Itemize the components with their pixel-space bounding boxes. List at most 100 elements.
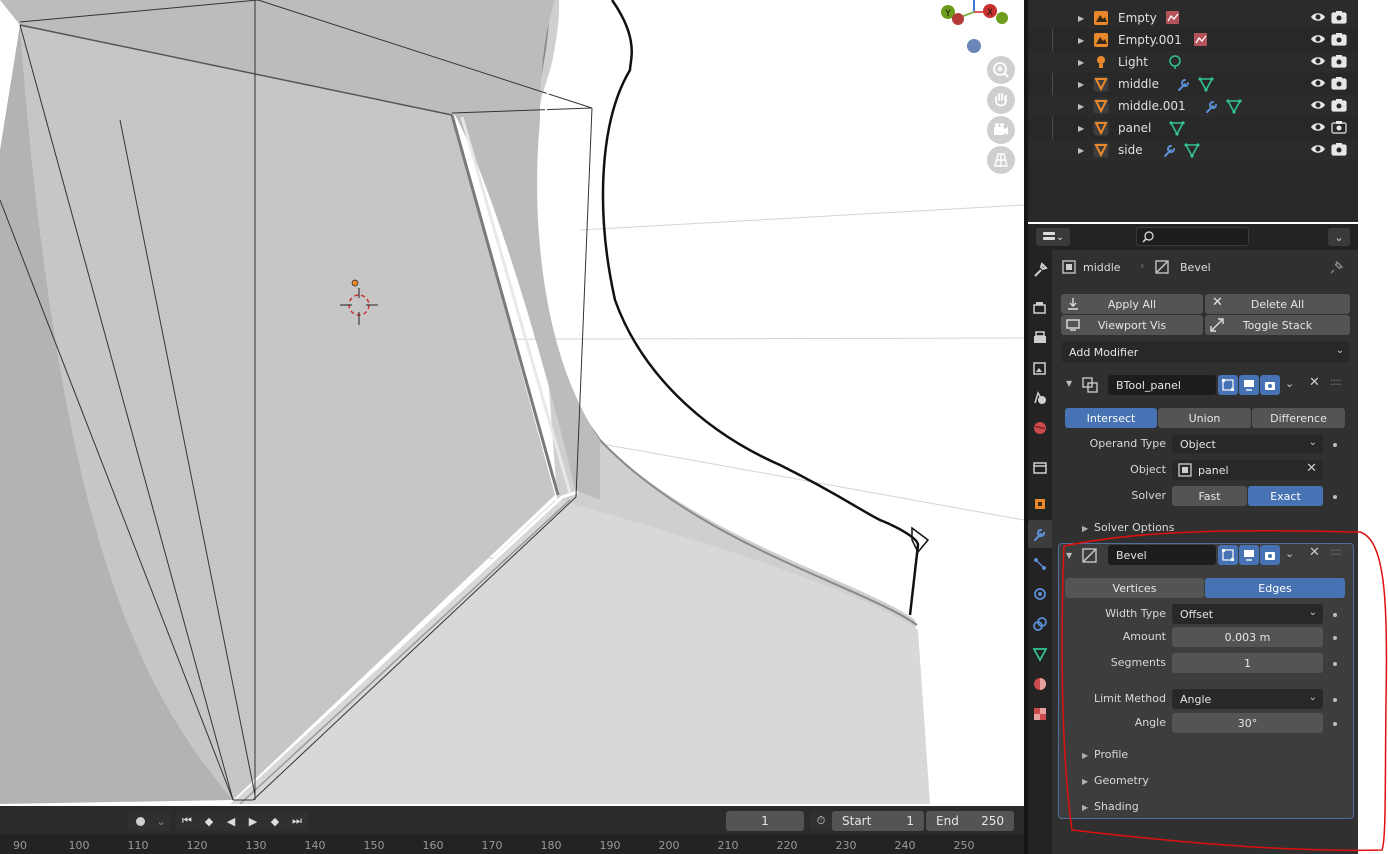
keyframe-dot[interactable] — [1333, 722, 1337, 726]
camera-render-icon[interactable] — [1331, 9, 1347, 28]
viewport-toggle[interactable] — [1239, 375, 1259, 395]
end-frame-field[interactable]: End 250 — [926, 811, 1014, 831]
timeline[interactable]: ⌄ ⏮ ◆ ◀ ▶ ◆ ⏭ 1 ⏱ Start 1 End 250 90 100 1… — [0, 806, 1024, 854]
keyframe-dot[interactable] — [1333, 662, 1337, 666]
panel-collapse-icon[interactable]: ▼ — [1066, 379, 1072, 388]
keyframe-dot[interactable] — [1333, 698, 1337, 702]
tab-physics[interactable] — [1028, 580, 1052, 608]
outliner-row[interactable]: ▶ Empty — [1028, 7, 1358, 29]
solver-options-subpanel[interactable]: ▶ Solver Options — [1082, 521, 1175, 534]
eye-icon[interactable] — [1310, 53, 1326, 72]
current-frame-field[interactable]: 1 — [726, 811, 804, 831]
navigation-gizmo[interactable]: Y X — [930, 0, 1020, 60]
mesh-data-icon[interactable] — [1169, 120, 1185, 139]
camera-render-icon[interactable] — [1331, 31, 1347, 50]
timeline-ruler[interactable]: 90 100 110 120 130 140 150 160 170 180 190 200 210 22… — [0, 836, 1024, 854]
outliner-row[interactable]: ▶ Empty.001 — [1028, 29, 1358, 51]
image-data-icon[interactable] — [1193, 32, 1209, 51]
eye-icon[interactable] — [1310, 97, 1326, 116]
grid-perspective-icon[interactable] — [987, 146, 1015, 174]
tab-tool[interactable] — [1028, 256, 1052, 284]
play-reverse-button[interactable]: ◀ — [220, 811, 242, 831]
outliner-item-name[interactable]: Light — [1118, 55, 1148, 69]
tab-modifiers[interactable] — [1028, 520, 1052, 548]
outliner-item-name[interactable]: middle — [1118, 77, 1159, 91]
tab-material[interactable] — [1028, 670, 1052, 698]
viewport-toggle[interactable] — [1239, 545, 1259, 565]
width-type-dropdown[interactable]: Offset ⌄ — [1172, 604, 1323, 624]
close-icon[interactable]: ✕ — [1306, 461, 1317, 476]
camera-render-icon[interactable] — [1331, 75, 1347, 94]
keying-dropdown[interactable]: ⌄ — [152, 811, 170, 831]
solver-exact-button[interactable]: Exact — [1248, 486, 1323, 506]
segments-field[interactable]: 1 — [1172, 653, 1323, 673]
mesh-data-icon[interactable] — [1198, 76, 1214, 95]
mesh-data-icon[interactable] — [1184, 142, 1200, 161]
outliner-row[interactable]: ▶ Light — [1028, 51, 1358, 73]
op-difference-button[interactable]: Difference — [1252, 408, 1345, 428]
shading-subpanel[interactable]: ▶ Shading — [1082, 800, 1139, 813]
outliner-item-name[interactable]: panel — [1118, 121, 1151, 135]
camera-view-icon[interactable] — [987, 116, 1015, 144]
op-union-button[interactable]: Union — [1158, 408, 1251, 428]
tab-world[interactable] — [1028, 414, 1052, 442]
play-button[interactable]: ▶ — [242, 811, 264, 831]
tab-data[interactable] — [1028, 640, 1052, 668]
wrench-icon[interactable] — [1162, 142, 1178, 161]
amount-field[interactable]: 0.003 m — [1172, 627, 1323, 647]
apply-all-button[interactable]: Apply All — [1061, 294, 1203, 314]
bevel-name-field[interactable]: Bevel — [1108, 545, 1216, 565]
keyframe-record-button[interactable] — [128, 811, 152, 831]
start-frame-field[interactable]: Start 1 — [832, 811, 924, 831]
chevron-down-icon[interactable]: ⌄ — [1285, 377, 1294, 390]
outliner-item-name[interactable]: middle.001 — [1118, 99, 1186, 113]
tab-particles[interactable] — [1028, 550, 1052, 578]
camera-render-icon[interactable] — [1331, 97, 1347, 116]
geometry-subpanel[interactable]: ▶ Geometry — [1082, 774, 1149, 787]
tab-output[interactable] — [1028, 324, 1052, 352]
drag-handle-icon[interactable]: :::: — [1330, 375, 1342, 388]
mesh-data-icon[interactable] — [1226, 98, 1242, 117]
expand-triangle-icon[interactable]: ▶ — [1078, 80, 1084, 89]
outliner-item-name[interactable]: Empty.001 — [1118, 33, 1182, 47]
wrench-icon[interactable] — [1176, 76, 1192, 95]
outliner-row[interactable]: ▶ middle.001 — [1028, 95, 1358, 117]
properties-editor[interactable]: ⌄ ⌄ middle › Bevel Apply All ✕ Delete Al… — [1028, 224, 1358, 854]
properties-options-dropdown[interactable]: ⌄ — [1328, 228, 1350, 246]
object-picker[interactable]: panel ✕ — [1172, 460, 1323, 480]
pan-hand-icon[interactable] — [987, 86, 1015, 114]
add-modifier-dropdown[interactable]: Add Modifier ⌄ — [1061, 342, 1350, 362]
tab-render[interactable] — [1028, 294, 1052, 322]
edit-mode-toggle[interactable] — [1218, 375, 1238, 395]
jump-keyframe-back-button[interactable]: ◆ — [198, 811, 220, 831]
stopwatch-icon[interactable]: ⏱ — [810, 811, 832, 831]
expand-triangle-icon[interactable]: ▶ — [1078, 58, 1084, 67]
eye-icon[interactable] — [1310, 75, 1326, 94]
boolean-name-field[interactable]: BTool_panel — [1108, 375, 1216, 395]
jump-start-button[interactable]: ⏮ — [176, 811, 198, 831]
viewport-vis-button[interactable]: Viewport Vis — [1061, 315, 1203, 335]
toggle-stack-button[interactable]: Toggle Stack — [1205, 315, 1350, 335]
tab-collection[interactable] — [1028, 454, 1052, 482]
operand-type-dropdown[interactable]: Object ⌄ — [1172, 434, 1323, 454]
affect-edges-button[interactable]: Edges — [1205, 578, 1345, 598]
eye-icon[interactable] — [1310, 119, 1326, 138]
panel-collapse-icon[interactable]: ▼ — [1066, 551, 1072, 560]
wrench-icon[interactable] — [1204, 98, 1220, 117]
outliner[interactable]: ▶ Empty ▶ Empty.001 ▶ Light ▶ middle ▶ middle.001… — [1028, 0, 1358, 222]
eye-icon[interactable] — [1310, 31, 1326, 50]
keyframe-dot[interactable] — [1333, 636, 1337, 640]
keyframe-dot[interactable] — [1333, 443, 1337, 447]
editor-type-dropdown[interactable]: ⌄ — [1036, 228, 1070, 246]
tab-view-layer[interactable] — [1028, 354, 1052, 382]
delete-all-button[interactable]: ✕ Delete All — [1205, 294, 1350, 314]
jump-end-button[interactable]: ⏭ — [286, 811, 308, 831]
solver-fast-button[interactable]: Fast — [1172, 486, 1247, 506]
light-data-icon[interactable] — [1167, 54, 1183, 73]
camera-render-icon[interactable] — [1331, 119, 1347, 138]
tab-scene[interactable] — [1028, 384, 1052, 412]
outliner-row[interactable]: ▶ panel — [1028, 117, 1358, 139]
tab-constraints[interactable] — [1028, 610, 1052, 638]
image-data-icon[interactable] — [1165, 10, 1181, 29]
render-toggle[interactable] — [1260, 545, 1280, 565]
